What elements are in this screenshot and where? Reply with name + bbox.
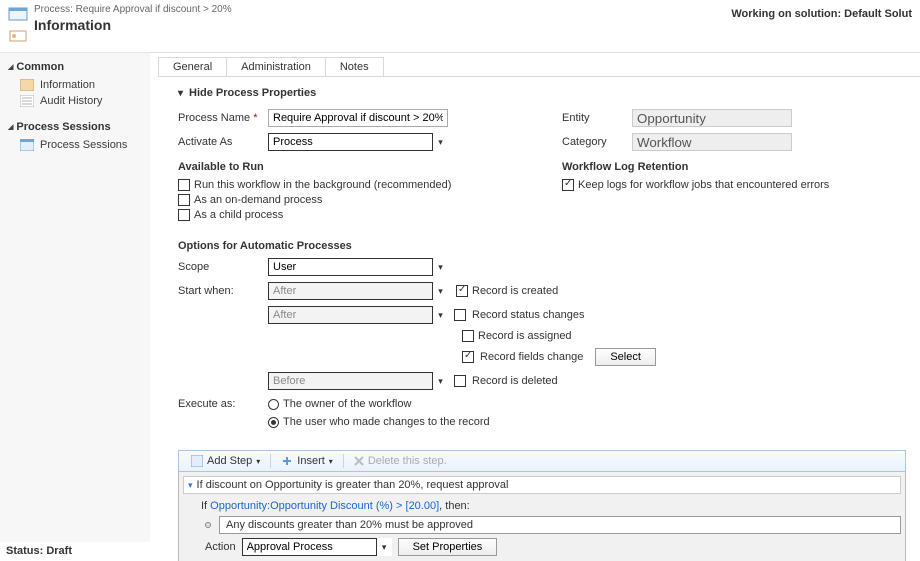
status-bar: Status: Draft: [6, 545, 72, 557]
sidebar-item-label: Information: [40, 79, 95, 91]
on-demand-label: As an on-demand process: [194, 194, 322, 206]
add-step-icon: [191, 455, 203, 467]
chevron-down-icon: ▾: [329, 457, 333, 466]
tab-general[interactable]: General: [158, 57, 227, 76]
process-name-input[interactable]: [268, 109, 448, 127]
page-title: Information: [34, 17, 232, 35]
record-deleted-label: Record is deleted: [472, 375, 558, 387]
step-area: ▾ If discount on Opportunity is greater …: [178, 472, 906, 561]
record-created-label: Record is created: [472, 285, 558, 297]
execute-user-radio[interactable]: [268, 417, 279, 428]
record-fields-change-checkbox[interactable]: [462, 351, 474, 363]
record-status-label: Record status changes: [472, 309, 585, 321]
sidebar-section-common[interactable]: Common: [8, 61, 142, 73]
sidebar: Common Information Audit History Process…: [0, 52, 150, 542]
sidebar-item-audit-history[interactable]: Audit History: [20, 93, 142, 109]
set-properties-button[interactable]: Set Properties: [398, 538, 498, 556]
start-when-after-2-select[interactable]: [268, 306, 448, 324]
sidebar-item-label: Audit History: [40, 95, 102, 107]
run-background-checkbox[interactable]: [178, 179, 190, 191]
start-when-before-select[interactable]: [268, 372, 448, 390]
step-title-text[interactable]: If discount on Opportunity is greater th…: [197, 479, 896, 491]
category-field: [632, 133, 792, 151]
execute-owner-radio[interactable]: [268, 399, 279, 410]
process-icon: [8, 4, 28, 24]
entity-field: [632, 109, 792, 127]
start-when-label: Start when:: [178, 285, 268, 297]
execute-owner-label: The owner of the workflow: [283, 398, 411, 410]
entity-label: Entity: [562, 112, 632, 124]
record-assigned-checkbox[interactable]: [462, 330, 474, 342]
insert-button[interactable]: Insert ▾: [275, 454, 339, 468]
process-name-label: Process Name *: [178, 112, 268, 124]
select-fields-button[interactable]: Select: [595, 348, 656, 366]
execute-user-label: The user who made changes to the record: [283, 416, 490, 428]
process-kicker: Process: Require Approval if discount > …: [34, 4, 232, 17]
record-deleted-checkbox[interactable]: [454, 375, 466, 387]
solution-label: Working on solution: Default Solut: [731, 4, 912, 20]
steps-toolbar: Add Step ▾ Insert ▾ Delete this step.: [178, 450, 906, 472]
tab-administration[interactable]: Administration: [226, 57, 326, 76]
execute-as-label: Execute as:: [178, 398, 268, 410]
delete-step-button: Delete this step.: [348, 454, 453, 468]
activate-as-label: Activate As: [178, 136, 268, 148]
condition-link[interactable]: Opportunity:Opportunity Discount (%) > […: [210, 500, 439, 512]
record-fields-change-label: Record fields change: [480, 351, 583, 363]
info-icon: [8, 26, 28, 46]
record-assigned-label: Record is assigned: [478, 330, 572, 342]
record-created-checkbox[interactable]: [456, 285, 468, 297]
tab-notes[interactable]: Notes: [325, 57, 384, 76]
sidebar-info-icon: [20, 79, 34, 91]
keep-logs-checkbox[interactable]: [562, 179, 574, 191]
if-condition-line: If Opportunity:Opportunity Discount (%) …: [201, 500, 901, 512]
action-select[interactable]: [242, 538, 392, 556]
step-description-input[interactable]: Any discounts greater than 20% must be a…: [219, 516, 901, 534]
sidebar-item-information[interactable]: Information: [20, 77, 142, 93]
scope-label: Scope: [178, 261, 268, 273]
add-step-button[interactable]: Add Step ▾: [185, 454, 266, 468]
on-demand-checkbox[interactable]: [178, 194, 190, 206]
record-status-checkbox[interactable]: [454, 309, 466, 321]
retention-heading: Workflow Log Retention: [562, 161, 906, 173]
run-background-label: Run this workflow in the background (rec…: [194, 179, 451, 191]
sidebar-section-process-sessions[interactable]: Process Sessions: [8, 121, 142, 133]
sidebar-sessions-icon: [20, 139, 34, 151]
chevron-down-icon: ▾: [256, 457, 260, 466]
tabs: General Administration Notes: [158, 57, 920, 77]
activate-as-select[interactable]: [268, 133, 448, 151]
scope-select[interactable]: [268, 258, 448, 276]
category-label: Category: [562, 136, 632, 148]
child-process-checkbox[interactable]: [178, 209, 190, 221]
sidebar-item-process-sessions[interactable]: Process Sessions: [20, 137, 142, 153]
automatic-heading: Options for Automatic Processes: [178, 240, 906, 252]
step-bullet-icon: [205, 522, 211, 528]
step-collapse-icon[interactable]: ▾: [188, 480, 193, 491]
delete-icon: [354, 456, 364, 466]
child-process-label: As a child process: [194, 209, 283, 221]
keep-logs-label: Keep logs for workflow jobs that encount…: [578, 179, 829, 191]
available-to-run-heading: Available to Run: [178, 161, 522, 173]
sidebar-item-label: Process Sessions: [40, 139, 127, 151]
action-label: Action: [205, 541, 236, 553]
insert-icon: [281, 455, 293, 467]
hide-process-properties-toggle[interactable]: Hide Process Properties: [178, 87, 906, 99]
start-when-after-1-select[interactable]: [268, 282, 448, 300]
sidebar-audit-icon: [20, 95, 34, 107]
